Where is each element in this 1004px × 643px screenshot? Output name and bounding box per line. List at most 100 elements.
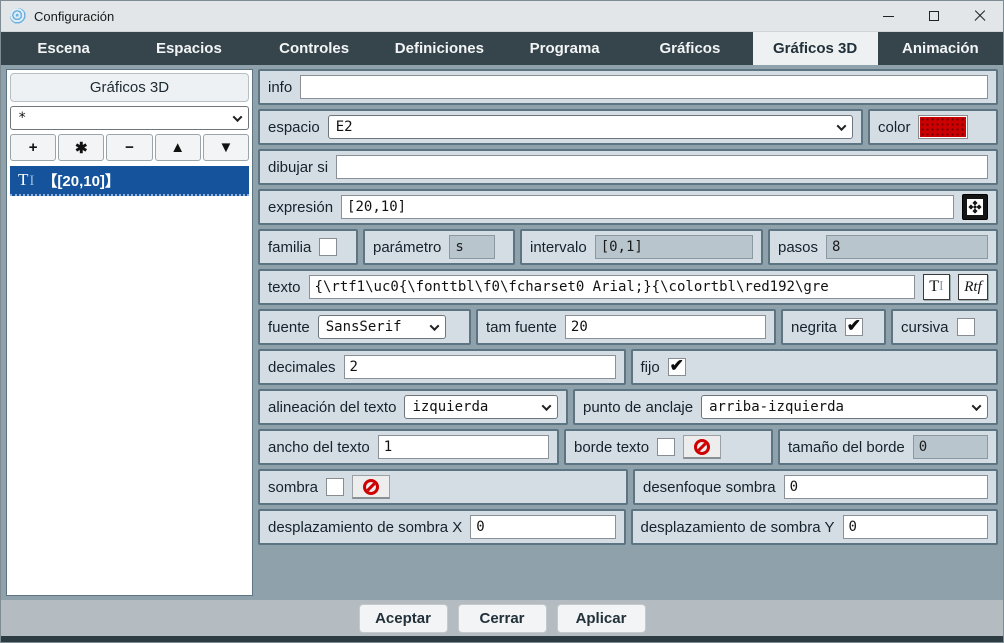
field-ancho-texto: ancho del texto <box>258 429 559 465</box>
color-label: color <box>878 119 911 136</box>
footer-bar: Aceptar Cerrar Aplicar <box>1 600 1003 636</box>
tab-programa[interactable]: Programa <box>502 32 627 65</box>
tab-graficos[interactable]: Gráficos <box>627 32 752 65</box>
anclaje-select[interactable]: arriba-izquierda <box>701 395 988 419</box>
list-toolbar: + ✱ − ▲ ▼ <box>10 134 249 161</box>
tab-controles[interactable]: Controles <box>252 32 377 65</box>
borde-color-button[interactable] <box>683 435 721 459</box>
alineacion-select[interactable]: izquierda <box>404 395 558 419</box>
row-alineacion: alineación del texto izquierda punto de … <box>258 389 998 425</box>
minimize-button[interactable] <box>865 1 911 31</box>
chevron-down-icon <box>972 401 982 411</box>
row-familia: familia parámetro intervalo pasos <box>258 229 998 265</box>
fuente-select-value: SansSerif <box>326 319 402 335</box>
field-familia: familia <box>258 229 358 265</box>
negrita-label: negrita <box>791 319 837 336</box>
field-borde-texto: borde texto <box>564 429 773 465</box>
field-decimales: decimales <box>258 349 626 385</box>
chevron-down-icon <box>542 401 552 411</box>
checkmark-icon: ✔ <box>670 361 684 371</box>
decimales-label: decimales <box>268 359 336 376</box>
expresion-label: expresión <box>268 199 333 216</box>
tam-fuente-input[interactable] <box>565 315 766 339</box>
tab-escena[interactable]: Escena <box>1 32 126 65</box>
move-down-button[interactable]: ▼ <box>203 134 249 161</box>
window-controls <box>865 1 1003 31</box>
fijo-label: fijo <box>641 359 660 376</box>
intervalo-label: intervalo <box>530 239 587 256</box>
decimales-input[interactable] <box>344 355 616 379</box>
tamano-borde-label: tamaño del borde <box>788 439 905 456</box>
tamano-borde-input <box>913 435 988 459</box>
row-decimales: decimales fijo ✔ <box>258 349 998 385</box>
expresion-input[interactable] <box>341 195 954 219</box>
text3d-icon: TI <box>18 170 34 190</box>
ancho-texto-label: ancho del texto <box>268 439 370 456</box>
tab-bar: Escena Espacios Controles Definiciones P… <box>1 32 1003 65</box>
dibujar-si-input[interactable] <box>336 155 988 179</box>
field-texto: texto TI Rtf <box>258 269 998 305</box>
object-filter-select[interactable]: * <box>10 106 249 130</box>
sombra-color-button[interactable] <box>352 475 390 499</box>
text-cursor-icon: I <box>939 279 944 295</box>
tab-graficos-3d[interactable]: Gráficos 3D <box>753 32 878 65</box>
ancho-texto-input[interactable] <box>378 435 549 459</box>
desplazamiento-x-input[interactable] <box>470 515 615 539</box>
sombra-checkbox[interactable] <box>326 478 344 496</box>
info-input[interactable] <box>300 75 988 99</box>
field-intervalo: intervalo <box>520 229 763 265</box>
close-button[interactable] <box>957 1 1003 31</box>
object-list: TI 【[20,10]】 <box>10 166 249 592</box>
field-desenfoque-sombra: desenfoque sombra <box>633 469 998 505</box>
remove-button[interactable]: − <box>106 134 152 161</box>
move-up-button[interactable]: ▲ <box>155 134 201 161</box>
tab-espacios[interactable]: Espacios <box>126 32 251 65</box>
espacio-select[interactable]: E2 <box>328 115 853 139</box>
borde-texto-label: borde texto <box>574 439 649 456</box>
duplicate-button[interactable]: ✱ <box>58 134 104 161</box>
familia-checkbox[interactable] <box>319 238 337 256</box>
rtf-editor-button[interactable]: Rtf <box>958 274 988 300</box>
alineacion-label: alineación del texto <box>268 399 396 416</box>
fijo-checkbox[interactable]: ✔ <box>668 358 686 376</box>
texto-label: texto <box>268 279 301 296</box>
maximize-button[interactable] <box>911 1 957 31</box>
row-sombra: sombra desenfoque sombra <box>258 469 998 505</box>
list-item[interactable]: TI 【[20,10]】 <box>10 166 249 196</box>
tab-definiciones[interactable]: Definiciones <box>377 32 502 65</box>
row-dibujar-si: dibujar si <box>258 149 998 185</box>
field-cursiva: cursiva <box>891 309 998 345</box>
checkmark-icon: ✔ <box>847 321 861 331</box>
no-color-icon <box>363 479 379 495</box>
fuente-select[interactable]: SansSerif <box>318 315 446 339</box>
minimize-icon <box>883 16 894 17</box>
field-fijo: fijo ✔ <box>631 349 999 385</box>
borde-texto-checkbox[interactable] <box>657 438 675 456</box>
maximize-icon <box>929 11 939 21</box>
window-title: Configuración <box>34 9 114 24</box>
tab-animacion[interactable]: Animación <box>878 32 1003 65</box>
aceptar-button[interactable]: Aceptar <box>359 604 448 633</box>
anclaje-select-value: arriba-izquierda <box>709 399 844 415</box>
aplicar-button[interactable]: Aplicar <box>557 604 646 633</box>
text-editor-button[interactable]: TI <box>923 274 950 300</box>
cerrar-button[interactable]: Cerrar <box>458 604 547 633</box>
object-filter-value: * <box>18 110 26 126</box>
add-button[interactable]: + <box>10 134 56 161</box>
row-fuente: fuente SansSerif tam fuente negrita ✔ cu… <box>258 309 998 345</box>
cursiva-checkbox[interactable] <box>957 318 975 336</box>
chevron-down-icon <box>233 112 243 122</box>
panel-header: Gráficos 3D <box>10 73 249 102</box>
expand-editor-button[interactable] <box>962 194 988 220</box>
desplazamiento-y-input[interactable] <box>843 515 988 539</box>
desenfoque-sombra-input[interactable] <box>784 475 988 499</box>
texto-input[interactable] <box>309 275 915 299</box>
tam-fuente-label: tam fuente <box>486 319 557 336</box>
negrita-checkbox[interactable]: ✔ <box>845 318 863 336</box>
color-swatch-button[interactable] <box>919 116 967 138</box>
field-desplazamiento-x: desplazamiento de sombra X <box>258 509 626 545</box>
cursiva-label: cursiva <box>901 319 949 336</box>
field-tam-fuente: tam fuente <box>476 309 776 345</box>
field-sombra: sombra <box>258 469 628 505</box>
expand-arrows-icon <box>966 198 984 216</box>
